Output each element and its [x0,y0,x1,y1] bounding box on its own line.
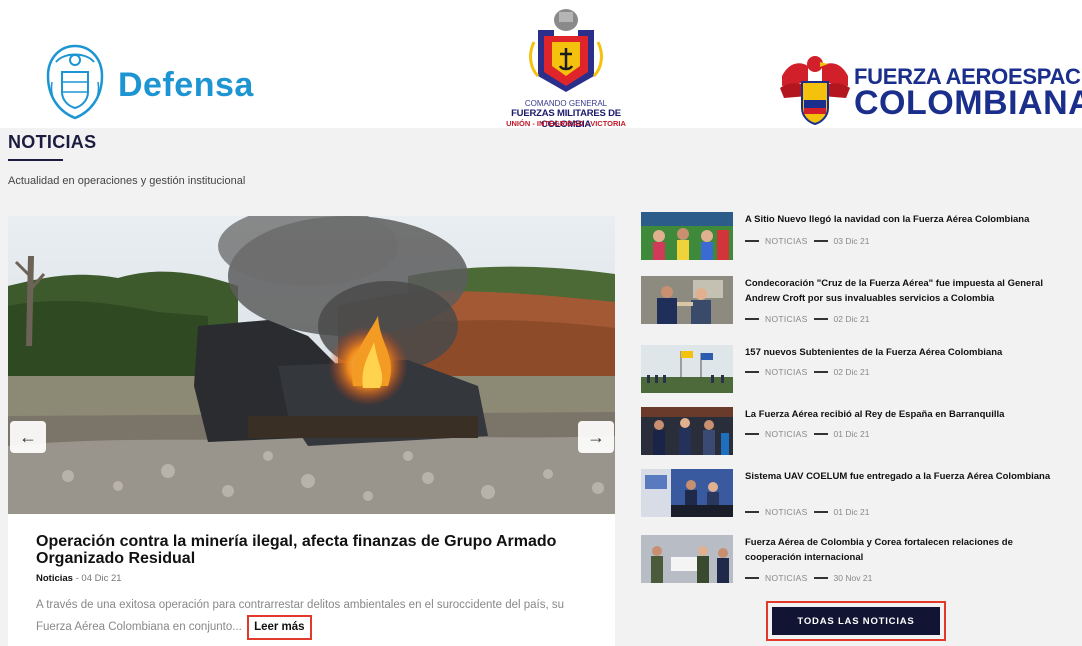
news-date: 02 Dic 21 [833,367,870,377]
fac-line2: COLOMBIANA [854,84,1082,122]
defensa-logo[interactable]: Defensa [38,42,268,122]
dash-icon [745,240,759,242]
all-news-highlight: TODAS LAS NOTICIAS [766,601,946,641]
news-section: NOTICIAS Actualidad en operaciones y ges… [0,128,1082,646]
dash-icon [813,577,828,579]
news-date: 03 Dic 21 [833,236,870,246]
section-subtitle: Actualidad en operaciones y gestión inst… [8,175,246,187]
military-shield-icon [529,9,603,92]
news-thumbnail[interactable] [641,407,733,455]
news-date: 01 Dic 21 [833,507,870,517]
news-title[interactable]: Sistema UAV COELUM fue entregado a la Fu… [745,469,1071,484]
news-thumbnail[interactable] [641,276,733,324]
carousel-prev-button[interactable]: ← [10,421,46,453]
news-meta: NOTICIAS 03 Dic 21 [745,236,869,246]
news-thumbnail[interactable] [641,212,733,260]
news-category[interactable]: NOTICIAS [765,367,808,377]
news-thumbnail[interactable] [641,469,733,517]
news-date: 02 Dic 21 [833,314,870,324]
read-more-link[interactable]: Leer más [247,615,312,640]
featured-category[interactable]: Noticias [36,573,73,584]
news-meta: NOTICIAS 30 Nov 21 [745,573,872,583]
dash-icon [745,433,759,435]
news-thumbnail[interactable] [641,535,733,583]
dash-icon [745,371,759,373]
cgfm-line3: UNIÓN - INTEGRIDAD - VICTORIA [506,119,626,128]
news-title[interactable]: Condecoración "Cruz de la Fuerza Aérea" … [745,276,1071,306]
header: Defensa COMANDO GENERAL FUERZAS MILITARE… [0,0,1082,130]
cgfm-line1: COMANDO GENERAL [524,99,608,108]
dash-icon [813,511,828,513]
dash-icon [813,433,828,435]
news-meta: NOTICIAS 01 Dic 21 [745,429,869,439]
news-thumbnail[interactable] [641,345,733,393]
dash-icon [813,318,828,320]
dash-icon [745,511,759,513]
news-category[interactable]: NOTICIAS [765,573,808,583]
news-meta: NOTICIAS 01 Dic 21 [745,507,869,517]
dash-icon [813,371,828,373]
featured-title[interactable]: Operación contra la minería ilegal, afec… [36,533,581,567]
burning-excavator-image [8,216,615,514]
title-underline [8,159,63,161]
news-meta: NOTICIAS 02 Dic 21 [745,367,869,377]
news-category[interactable]: NOTICIAS [765,236,808,246]
featured-news-card: ← → Operación contra la minería ilegal, … [8,216,615,646]
eagle-emblem-icon [780,56,850,126]
news-meta: NOTICIAS 02 Dic 21 [745,314,869,324]
featured-meta: Noticias - 04 Dic 21 [36,573,122,584]
fac-logo[interactable]: FUERZA AEROESPACIAL COLOMBIANA [778,52,1082,128]
featured-image[interactable] [8,216,615,514]
news-title[interactable]: La Fuerza Aérea recibió al Rey de España… [745,407,1071,422]
news-title[interactable]: 157 nuevos Subtenientes de la Fuerza Aér… [745,345,1071,360]
carousel-next-button[interactable]: → [578,421,614,453]
news-title[interactable]: Fuerza Aérea de Colombia y Corea fortale… [745,535,1071,565]
news-title[interactable]: A Sitio Nuevo llegó la navidad con la Fu… [745,212,1071,227]
all-news-button[interactable]: TODAS LAS NOTICIAS [772,607,940,635]
news-date: 01 Dic 21 [833,429,870,439]
section-title: NOTICIAS [8,132,97,152]
colombia-seal-icon [46,44,104,120]
news-category[interactable]: NOTICIAS [765,507,808,517]
news-category[interactable]: NOTICIAS [765,429,808,439]
featured-excerpt: A través de una exitosa operación para c… [36,596,596,640]
defensa-wordmark: Defensa [118,66,254,104]
news-category[interactable]: NOTICIAS [765,314,808,324]
dash-icon [813,240,828,242]
news-date: 30 Nov 21 [833,573,873,583]
dash-icon [745,318,759,320]
cgfm-logo[interactable]: COMANDO GENERAL FUERZAS MILITARES DE COL… [500,6,632,130]
dash-icon [745,577,759,579]
featured-date: - 04 Dic 21 [72,573,122,584]
